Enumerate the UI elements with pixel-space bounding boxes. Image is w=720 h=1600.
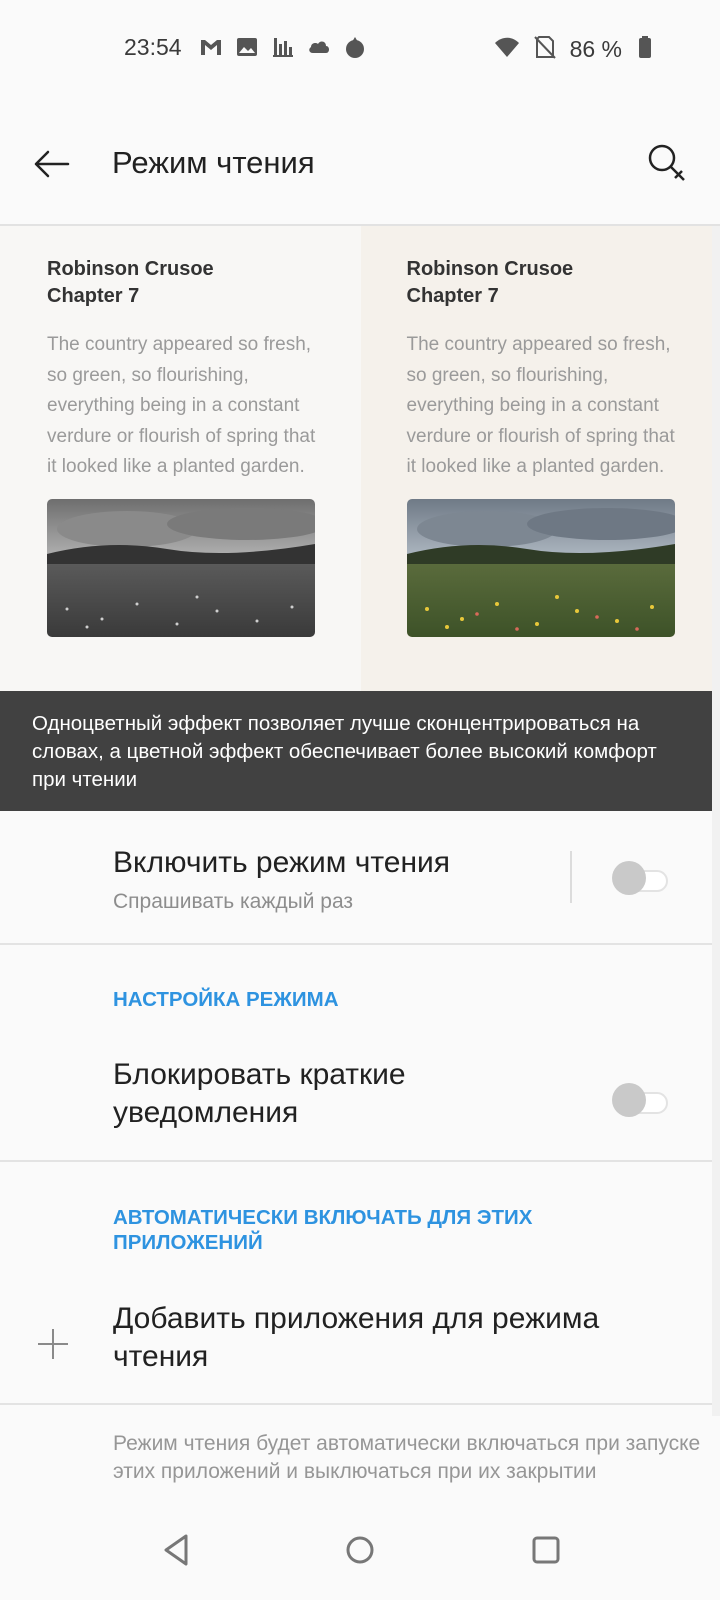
toggle-knob — [612, 1083, 646, 1117]
info-banner-text: Одноцветный эффект позволяет лучше сконц… — [32, 712, 657, 791]
gmail-icon — [198, 34, 224, 65]
mode-settings-header: НАСТРОЙКА РЕЖИМА — [113, 988, 339, 1011]
scroll-track — [712, 226, 720, 1416]
add-apps-title-line1: Добавить приложения для режима — [113, 1302, 600, 1335]
nav-recents-button[interactable] — [526, 1530, 566, 1570]
nav-back-icon — [156, 1534, 196, 1574]
battery-percent: 86 % — [569, 36, 622, 62]
block-notifications-toggle[interactable] — [612, 1083, 668, 1117]
add-apps-row[interactable]: Добавить приложения для режима чтения — [0, 1285, 720, 1403]
arrow-back-icon — [28, 150, 76, 192]
enable-reading-mode-title: Включить режим чтения — [113, 846, 451, 879]
info-banner: Одноцветный эффект позволяет лучше сконц… — [0, 691, 720, 811]
back-button[interactable] — [28, 140, 76, 188]
reading-preview: Robinson Crusoe Chapter 7 The country ap… — [0, 226, 720, 691]
no-sim-icon — [532, 34, 558, 65]
mono-heading-line2: Chapter 7 — [47, 285, 140, 307]
mono-preview-card[interactable]: Robinson Crusoe Chapter 7 The country ap… — [0, 226, 361, 691]
toggle-knob — [612, 861, 646, 895]
color-body-text: The country appeared so fresh, so green,… — [406, 334, 675, 477]
enable-reading-mode-toggle[interactable] — [612, 861, 668, 895]
notification-icons — [198, 34, 368, 65]
color-heading-line1: Robinson Crusoe — [406, 258, 574, 280]
auto-apps-header-line1: АВТОМАТИЧЕСКИ ВКЛЮЧАТЬ ДЛЯ ЭТИХ — [113, 1206, 533, 1229]
footer-note: Режим чтения будет автоматически включат… — [113, 1432, 701, 1483]
reading-mode-screen: 23:54 86 % Режим чтения Robinson Crusoe … — [0, 0, 720, 1600]
add-apps-title-line2: чтения — [113, 1340, 209, 1373]
status-time: 23:54 — [124, 34, 182, 60]
wifi-icon — [494, 34, 520, 65]
nav-recents-icon — [526, 1536, 566, 1574]
divider — [0, 1160, 720, 1162]
color-landscape-image — [406, 498, 675, 637]
status-bar: 23:54 86 % — [0, 0, 720, 96]
system-status: 86 % — [494, 34, 660, 65]
search-button[interactable] — [642, 138, 690, 186]
nav-home-icon — [340, 1536, 380, 1574]
block-notifications-row[interactable]: Блокировать краткие уведомления — [0, 1040, 720, 1160]
divider — [0, 1403, 720, 1405]
search-icon — [642, 144, 690, 190]
nav-home-button[interactable] — [340, 1530, 380, 1570]
block-notifications-title-line2: уведомления — [113, 1096, 299, 1129]
page-title: Режим чтения — [112, 145, 315, 180]
color-heading-line2: Chapter 7 — [406, 285, 499, 307]
block-notifications-title-line1: Блокировать краткие — [113, 1058, 406, 1091]
chart-icon — [270, 34, 296, 65]
nav-back-button[interactable] — [156, 1530, 196, 1570]
row-vertical-divider — [570, 851, 572, 903]
gallery-icon — [234, 34, 260, 65]
mono-heading-line1: Robinson Crusoe — [47, 258, 214, 280]
mono-body-text: The country appeared so fresh, so green,… — [47, 334, 316, 477]
divider — [0, 943, 720, 945]
mono-landscape-image — [47, 498, 315, 637]
enable-reading-mode-row[interactable]: Включить режим чтения Спрашивать каждый … — [0, 811, 720, 943]
enable-reading-mode-subtitle: Спрашивать каждый раз — [113, 890, 354, 913]
auto-apps-header-line2: ПРИЛОЖЕНИЙ — [113, 1231, 263, 1254]
navigation-bar — [0, 1500, 720, 1600]
cloud-icon — [306, 34, 332, 65]
plus-icon — [36, 1327, 70, 1361]
app-bar: Режим чтения — [0, 110, 720, 220]
flame-icon — [342, 34, 368, 65]
color-preview-card[interactable]: Robinson Crusoe Chapter 7 The country ap… — [360, 226, 720, 691]
battery-icon — [634, 34, 660, 65]
